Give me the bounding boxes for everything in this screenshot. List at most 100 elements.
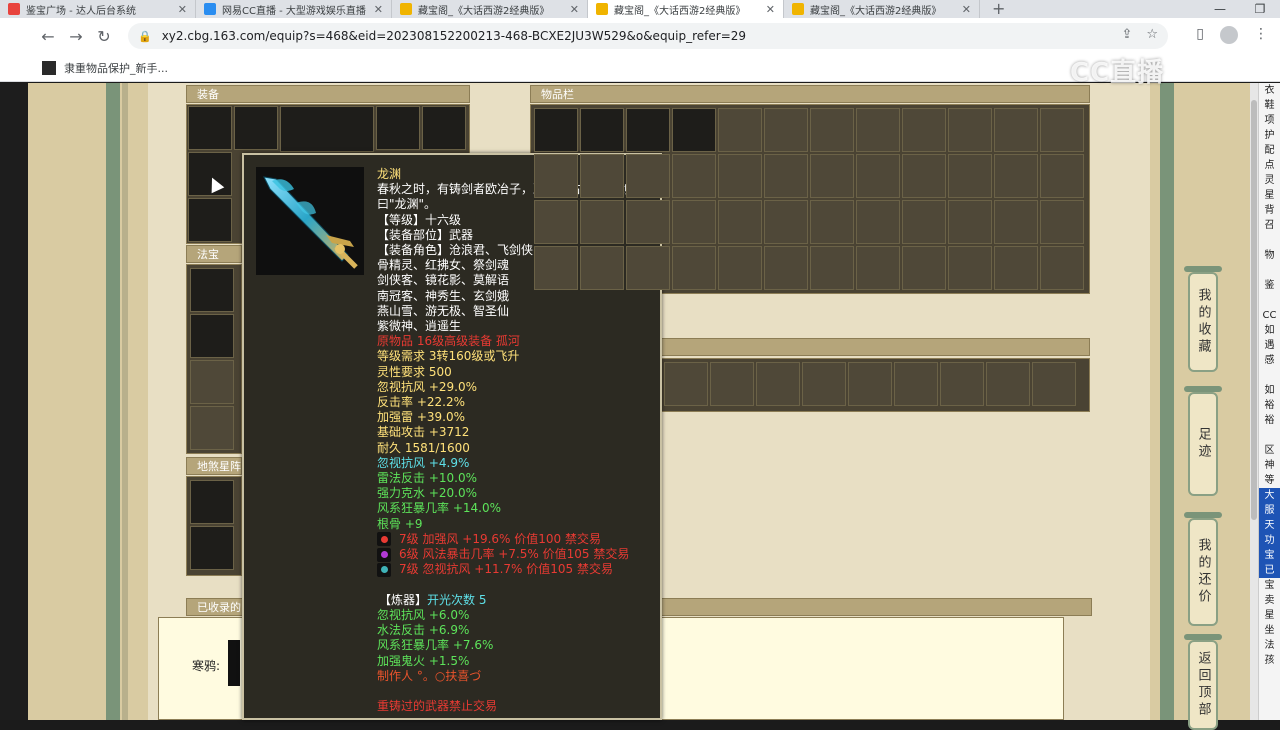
inventory-slot[interactable] (718, 200, 762, 244)
share-icon[interactable]: ⇪ (1121, 27, 1132, 42)
inventory-slot[interactable] (902, 154, 946, 198)
browser-tab-3[interactable]: 藏宝阁_《大话西游2经典版》 ✕ (392, 0, 588, 18)
address-bar[interactable]: 🔒 xy2.cbg.163.com/equip?s=468&eid=202308… (128, 23, 1168, 49)
right-edge-text: 衣 (1264, 85, 1275, 96)
inventory-slot[interactable] (764, 154, 808, 198)
inventory-slot[interactable] (672, 154, 716, 198)
side-button-2[interactable]: 足迹 (1188, 392, 1218, 496)
inventory-slot[interactable] (534, 246, 578, 290)
browser-tab-1[interactable]: 鉴宝广场 - 达人后台系统 ✕ (0, 0, 196, 18)
inventory-slot[interactable] (718, 246, 762, 290)
inventory-slot[interactable] (810, 200, 854, 244)
reload-icon[interactable]: ↻ (90, 27, 118, 46)
star-slot-1[interactable] (190, 480, 234, 524)
inventory-slot[interactable] (940, 362, 984, 406)
inventory-slot[interactable] (580, 154, 624, 198)
inventory-slot[interactable] (856, 200, 900, 244)
forward-icon[interactable]: → (62, 27, 90, 46)
inventory-slot[interactable] (1040, 154, 1084, 198)
inventory-slot[interactable] (810, 246, 854, 290)
inventory-slot[interactable] (764, 246, 808, 290)
inventory-slot[interactable] (580, 200, 624, 244)
inventory-slot[interactable] (994, 108, 1038, 152)
inventory-slot[interactable] (710, 362, 754, 406)
inventory-slot[interactable] (1032, 362, 1076, 406)
inventory-slot[interactable] (1040, 246, 1084, 290)
inventory-slot[interactable] (580, 246, 624, 290)
inventory-slot[interactable] (718, 108, 762, 152)
inventory-slot[interactable] (994, 154, 1038, 198)
lock-icon[interactable]: 🔒 (138, 30, 152, 43)
bookmark-star-icon[interactable]: ☆ (1146, 27, 1158, 42)
bookmark-item[interactable]: 隶重物品保护_新手... (64, 60, 168, 76)
browser-tab-4[interactable]: 藏宝阁_《大话西游2经典版》 ✕ (588, 0, 784, 18)
tab-close-icon[interactable]: ✕ (962, 3, 971, 16)
inventory-slot[interactable] (856, 108, 900, 152)
inventory-slot[interactable] (994, 246, 1038, 290)
inventory-slot[interactable] (948, 108, 992, 152)
inventory-slot[interactable] (810, 108, 854, 152)
inventory-slot[interactable] (672, 246, 716, 290)
inventory-slot[interactable] (894, 362, 938, 406)
inventory-slot[interactable] (948, 200, 992, 244)
inventory-slot[interactable] (1040, 108, 1084, 152)
inventory-slot[interactable] (856, 154, 900, 198)
inventory-slot[interactable] (856, 246, 900, 290)
inventory-slot[interactable] (1040, 200, 1084, 244)
side-button-1[interactable]: 我的收藏 (1188, 272, 1218, 372)
fabao-slot-2[interactable] (190, 314, 234, 358)
inventory-slot[interactable] (626, 108, 670, 152)
inventory-slot[interactable] (848, 362, 892, 406)
inventory-slot[interactable] (672, 200, 716, 244)
inventory-slot[interactable] (626, 200, 670, 244)
inventory-slot[interactable] (756, 362, 800, 406)
inventory-slot[interactable] (902, 108, 946, 152)
inventory-slot[interactable] (986, 362, 1030, 406)
equip-slot-shoes[interactable] (188, 198, 232, 242)
minimize-button[interactable]: — (1200, 0, 1240, 18)
inventory-slot[interactable] (902, 246, 946, 290)
maximize-button[interactable]: ❐ (1240, 0, 1280, 18)
inventory-slot[interactable] (534, 154, 578, 198)
inventory-slot[interactable] (948, 154, 992, 198)
inventory-slot[interactable] (902, 200, 946, 244)
menu-icon[interactable]: ⋮ (1254, 26, 1268, 44)
browser-tab-2[interactable]: 网易CC直播 - 大型游戏娱乐直播 ✕ (196, 0, 392, 18)
equip-slot-armor[interactable] (188, 106, 232, 150)
equip-slot-character[interactable] (280, 106, 374, 152)
inventory-slot[interactable] (580, 108, 624, 152)
inventory-slot[interactable] (994, 200, 1038, 244)
inventory-slot[interactable] (664, 362, 708, 406)
equip-slot-accessory[interactable] (422, 106, 466, 150)
inventory-slot[interactable] (810, 154, 854, 198)
inventory-slot[interactable] (802, 362, 846, 406)
profile-avatar[interactable] (1220, 26, 1238, 44)
equip-slot-helmet[interactable] (234, 106, 278, 150)
fabao-slot-4[interactable] (190, 406, 234, 450)
inventory-slot[interactable] (534, 200, 578, 244)
fabao-slot-1[interactable] (190, 268, 234, 312)
tab-close-icon[interactable]: ✕ (178, 3, 187, 16)
inventory-slot[interactable] (626, 154, 670, 198)
tab-close-icon[interactable]: ✕ (766, 3, 775, 16)
inventory-slot[interactable] (948, 246, 992, 290)
left-edge (0, 83, 28, 720)
tab-close-icon[interactable]: ✕ (374, 3, 383, 16)
new-tab-button[interactable]: + (992, 0, 1005, 18)
side-button-4[interactable]: 返回顶部 (1188, 640, 1218, 730)
inventory-slot[interactable] (534, 108, 578, 152)
inventory-slot[interactable] (764, 200, 808, 244)
star-slot-2[interactable] (190, 526, 234, 570)
sidepanel-icon[interactable]: ▯ (1196, 26, 1204, 44)
tab-close-icon[interactable]: ✕ (570, 3, 579, 16)
inventory-slot[interactable] (764, 108, 808, 152)
scroll-thumb[interactable] (1251, 100, 1257, 520)
back-icon[interactable]: ← (34, 27, 62, 46)
browser-tab-5[interactable]: 藏宝阁_《大话西游2经典版》 ✕ (784, 0, 980, 18)
inventory-slot[interactable] (718, 154, 762, 198)
inventory-slot[interactable] (626, 246, 670, 290)
fabao-slot-3[interactable] (190, 360, 234, 404)
equip-slot-necklace[interactable] (376, 106, 420, 150)
side-button-3[interactable]: 我的还价 (1188, 518, 1218, 626)
inventory-slot[interactable] (672, 108, 716, 152)
